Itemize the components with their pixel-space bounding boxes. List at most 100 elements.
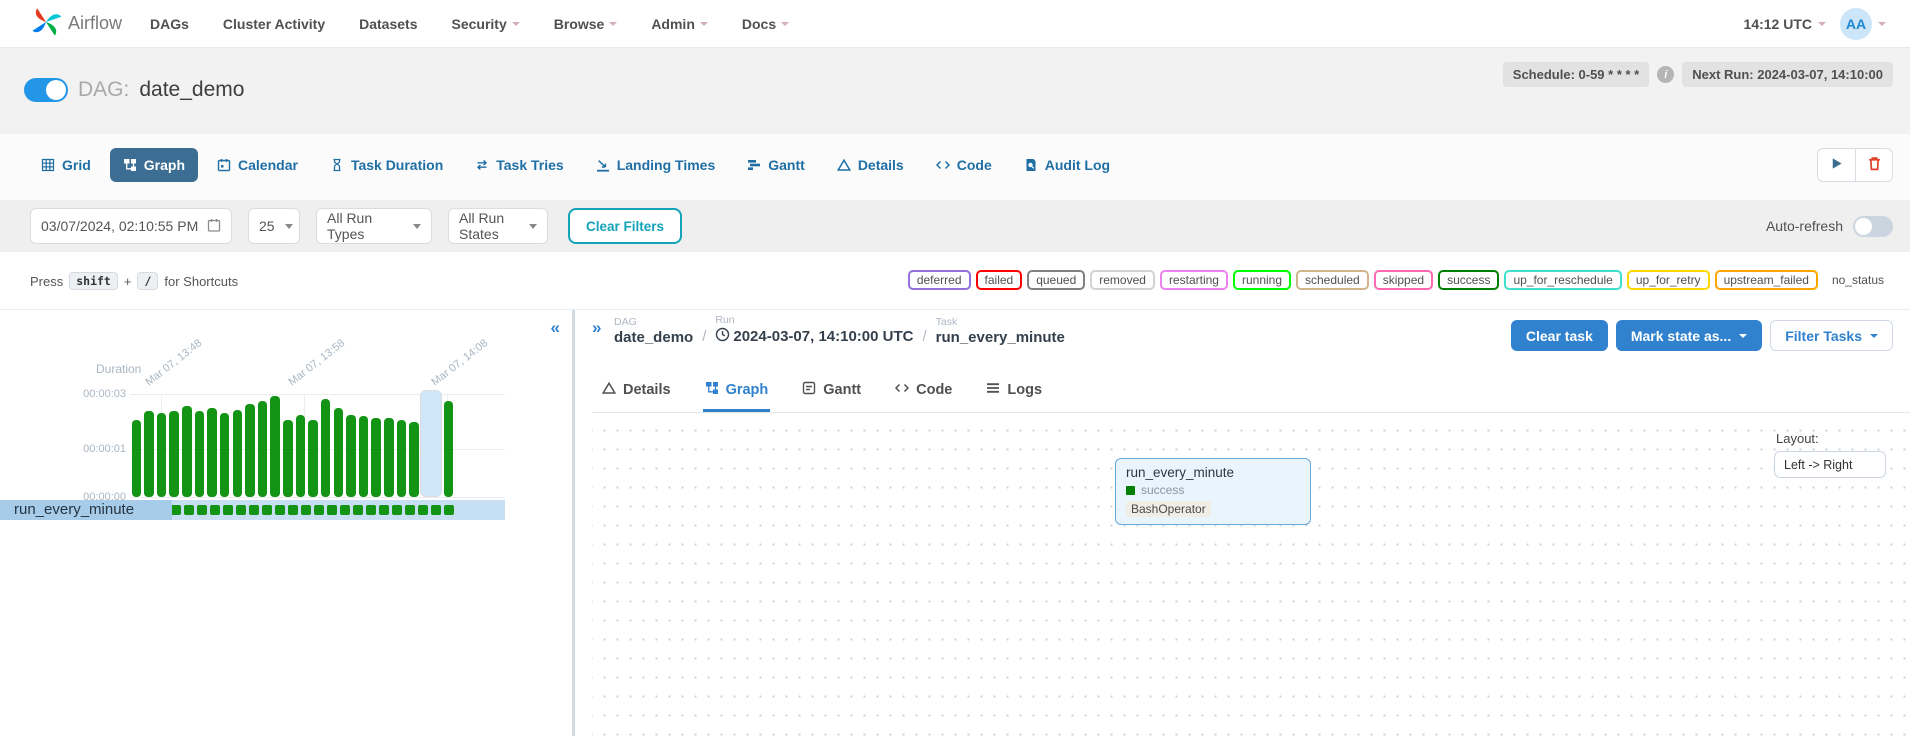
duration-bar[interactable] [181,390,194,497]
tab-graph[interactable]: Graph [110,148,198,182]
run-states-select[interactable]: All Run States [448,208,548,244]
graph-canvas[interactable]: Layout: Left -> Right run_every_minute s… [592,412,1910,736]
run-types-select[interactable]: All Run Types [316,208,432,244]
tab-code[interactable]: Code [923,148,1005,182]
bar[interactable] [207,408,217,497]
detail-tab-graph[interactable]: Graph [703,368,771,412]
expand-panel-icon[interactable]: » [592,318,601,338]
duration-bar[interactable] [420,390,442,497]
tab-calendar[interactable]: Calendar [204,148,311,182]
duration-bar[interactable] [282,390,295,497]
duration-bar[interactable] [307,390,320,497]
task-instance-square[interactable] [234,500,247,520]
bar[interactable] [397,420,407,497]
tab-task-duration[interactable]: Task Duration [317,148,456,182]
duration-bar[interactable] [206,390,219,497]
bar[interactable] [195,411,205,497]
duration-bar[interactable] [143,390,156,497]
task-instance-square[interactable] [247,500,260,520]
dag-pause-toggle[interactable] [24,78,68,102]
breadcrumb-task-value[interactable]: run_every_minute [936,329,1065,346]
utc-clock[interactable]: 14:12 UTC [1744,16,1826,32]
bar[interactable] [233,410,243,497]
bar[interactable] [444,401,454,497]
nav-item-docs[interactable]: Docs [742,16,789,32]
num-runs-select[interactable]: 25 [248,208,300,244]
panel-resizer[interactable] [572,310,575,736]
detail-tab-code[interactable]: Code [893,368,954,412]
duration-bar[interactable] [155,390,168,497]
auto-refresh-toggle[interactable] [1853,216,1893,237]
task-instance-square[interactable] [364,500,377,520]
duration-bar[interactable] [130,390,143,497]
task-instance-square[interactable] [338,500,351,520]
bar[interactable] [384,418,394,497]
bar[interactable] [409,422,419,497]
bar[interactable] [157,413,167,497]
bar[interactable] [296,415,306,497]
avatar[interactable]: AA [1840,8,1872,40]
nav-item-cluster-activity[interactable]: Cluster Activity [223,16,325,32]
duration-bar[interactable] [408,390,421,497]
breadcrumb-run-value[interactable]: 2024-03-07, 14:10:00 UTC [715,327,913,346]
task-instance-square[interactable] [221,500,234,520]
filter-tasks-button[interactable]: Filter Tasks [1770,320,1893,351]
bar[interactable] [169,411,179,497]
task-instance-square[interactable] [390,500,403,520]
duration-bar[interactable] [345,390,358,497]
duration-bar[interactable] [395,390,408,497]
base-date-input[interactable]: 03/07/2024, 02:10:55 PM [30,208,232,244]
bar[interactable] [283,420,293,497]
tab-task-tries[interactable]: Task Tries [462,148,576,182]
tab-gantt[interactable]: Gantt [734,148,818,182]
delete-dag-button[interactable] [1855,149,1892,181]
task-row-label[interactable]: run_every_minute [0,500,172,520]
task-instance-square[interactable] [442,500,455,520]
duration-bar[interactable] [332,390,345,497]
info-icon[interactable]: i [1657,66,1674,83]
duration-bar[interactable] [319,390,332,497]
duration-bar[interactable] [193,390,206,497]
task-instance-square[interactable] [312,500,325,520]
duration-bar[interactable] [168,390,181,497]
duration-bar[interactable] [370,390,383,497]
task-instance-square[interactable] [299,500,312,520]
bar[interactable] [321,399,331,497]
collapse-panel-icon[interactable]: « [551,318,560,338]
duration-bar[interactable] [256,390,269,497]
bar[interactable] [220,413,230,497]
nav-item-datasets[interactable]: Datasets [359,16,417,32]
clear-task-button[interactable]: Clear task [1511,320,1608,351]
detail-tab-gantt[interactable]: Gantt [800,368,863,412]
task-instance-square[interactable] [260,500,273,520]
duration-bar[interactable] [442,390,455,497]
bar[interactable] [334,408,344,497]
bar[interactable] [245,404,255,497]
bar[interactable] [144,411,154,497]
layout-select[interactable]: Left -> Right [1774,451,1886,478]
tab-landing-times[interactable]: Landing Times [583,148,729,182]
mark-state-button[interactable]: Mark state as... [1616,320,1762,351]
task-instance-square[interactable] [182,500,195,520]
task-instance-square[interactable] [403,500,416,520]
airflow-brand[interactable]: Airflow [0,6,150,41]
duration-bar[interactable] [269,390,282,497]
nav-item-security[interactable]: Security [451,16,519,32]
task-instance-square[interactable] [195,500,208,520]
bar[interactable] [132,420,142,497]
task-instance-square[interactable] [377,500,390,520]
bar[interactable] [258,401,268,497]
bar[interactable] [308,420,318,497]
user-menu[interactable]: AA [1840,8,1886,40]
bar[interactable] [371,418,381,497]
bar[interactable] [359,416,369,497]
task-instance-square[interactable] [273,500,286,520]
tab-grid[interactable]: Grid [28,148,104,182]
clear-filters-button[interactable]: Clear Filters [568,208,682,244]
bar[interactable] [346,415,356,497]
bar[interactable] [182,406,192,497]
breadcrumb-dag-value[interactable]: date_demo [614,329,693,346]
duration-bar[interactable] [218,390,231,497]
task-instance-square[interactable] [286,500,299,520]
nav-item-dags[interactable]: DAGs [150,16,189,32]
